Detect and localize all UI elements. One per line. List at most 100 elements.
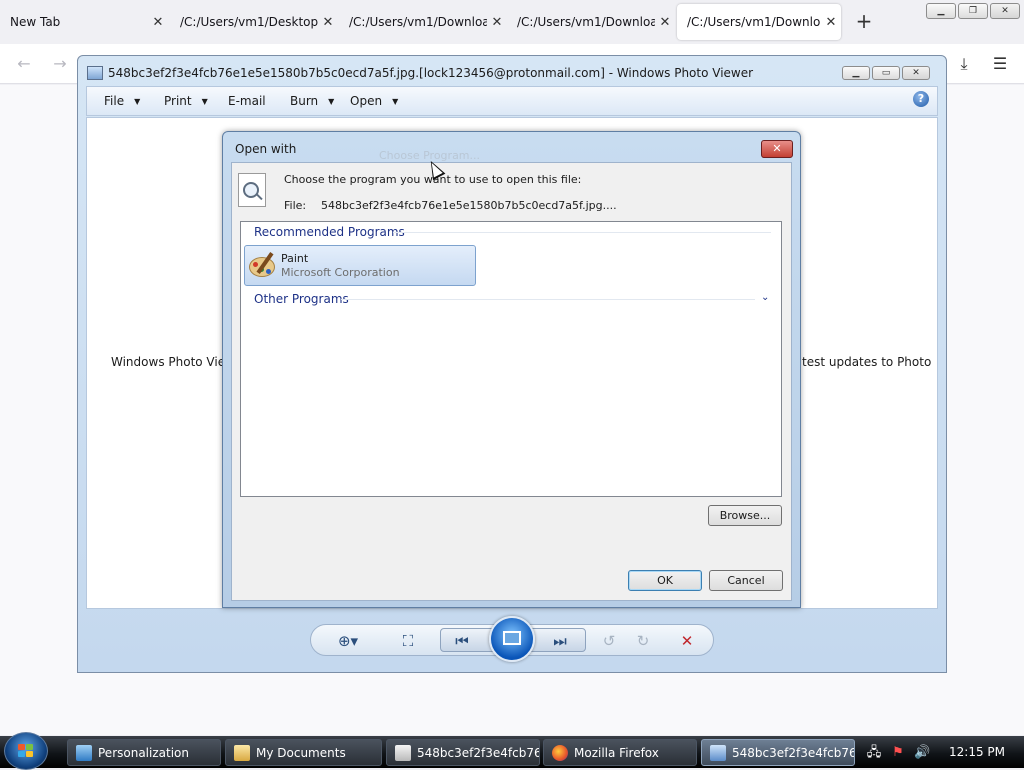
tab-close-icon[interactable]: ✕ <box>487 15 507 30</box>
help-icon[interactable]: ? <box>913 91 929 107</box>
taskbar-item-file-1[interactable]: 548bc3ef2f3e4fcb76... <box>386 739 540 766</box>
tab-close-icon[interactable]: ✕ <box>655 15 675 30</box>
taskbar-item-label: Mozilla Firefox <box>574 745 659 760</box>
email-menu-label: E-mail <box>228 94 266 108</box>
tab-label: /C:/Users/vm1/Downloads <box>687 15 821 29</box>
maximize-icon[interactable]: ▭ <box>872 66 900 80</box>
group-divider <box>341 299 755 300</box>
choose-program-ghost-label: Choose Program... <box>379 149 481 162</box>
monitor-icon <box>76 744 92 761</box>
photo-viewer-title: 548bc3ef2f3e4fcb76e1e5e1580b7b5c0ecd7a5f… <box>108 66 754 80</box>
paint-dot-red <box>253 262 258 267</box>
photo-viewer-menubar: File ▼ Print ▼ E-mail Burn ▼ Open ▼ ? <box>86 86 938 116</box>
new-tab-button[interactable]: + <box>852 10 876 34</box>
photo-viewer-icon <box>710 744 726 761</box>
hamburger-menu-icon[interactable]: ☰ <box>990 54 1010 74</box>
taskbar-item-firefox[interactable]: Mozilla Firefox <box>543 739 697 766</box>
tab-desktop[interactable]: /C:/Users/vm1/Desktop/% ✕ <box>170 4 338 40</box>
minimize-icon[interactable]: ▁ <box>926 3 956 19</box>
tab-downloads-1[interactable]: /C:/Users/vm1/Downloads ✕ <box>339 4 507 40</box>
logo-quadrant-red <box>18 744 25 750</box>
print-menu[interactable]: Print ▼ <box>164 94 208 108</box>
taskbar-item-my-documents[interactable]: My Documents <box>225 739 382 766</box>
chevron-down-icon: ▼ <box>328 97 335 106</box>
chevron-down-icon: ▼ <box>201 97 208 106</box>
windows-logo-icon <box>18 744 34 758</box>
start-button[interactable] <box>4 732 48 770</box>
chevron-down-icon: ▼ <box>134 97 141 106</box>
file-menu[interactable]: File ▼ <box>104 94 140 108</box>
folder-icon <box>234 744 250 761</box>
security-alert-icon[interactable]: ⚑ <box>890 745 906 761</box>
browse-button[interactable]: Browse... <box>708 505 782 526</box>
program-publisher: Microsoft Corporation <box>281 266 400 279</box>
zoom-icon[interactable]: ⊕▾ <box>337 632 359 650</box>
file-menu-label: File <box>104 94 125 108</box>
downloads-icon[interactable]: ⤓ <box>954 54 974 74</box>
taskbar-item-photo-viewer[interactable]: 548bc3ef2f3e4fcb76... <box>701 739 855 766</box>
browser-tab-strip: New Tab ✕ /C:/Users/vm1/Desktop/% ✕ /C:/… <box>0 0 1024 44</box>
minimize-icon[interactable]: ▁ <box>842 66 870 80</box>
tab-label: /C:/Users/vm1/Desktop/% <box>180 15 318 29</box>
firefox-icon <box>552 744 568 761</box>
network-icon[interactable]: 🖧 <box>866 745 882 761</box>
tab-downloads-2[interactable]: /C:/Users/vm1/Downloads ✕ <box>507 4 675 40</box>
tab-new-tab[interactable]: New Tab ✕ <box>0 4 168 40</box>
document-icon <box>395 744 411 761</box>
taskbar-item-label: 548bc3ef2f3e4fcb76... <box>417 745 540 760</box>
email-menu[interactable]: E-mail <box>228 94 266 108</box>
close-window-icon[interactable]: ✕ <box>990 3 1020 19</box>
burn-menu-label: Burn <box>290 94 319 108</box>
slideshow-icon[interactable] <box>489 616 535 662</box>
burn-menu[interactable]: Burn ▼ <box>290 94 334 108</box>
browser-caption-buttons: ▁ ❐ ✕ <box>926 3 1020 19</box>
rotate-right-icon[interactable]: ↻ <box>632 632 654 650</box>
photo-viewer-message-right: test updates to Photo <box>802 355 932 369</box>
taskbar-item-label: 548bc3ef2f3e4fcb76... <box>732 745 855 760</box>
delete-icon[interactable]: ✕ <box>676 632 698 650</box>
photo-viewer-app-icon <box>87 66 103 80</box>
chevron-down-icon: ▼ <box>392 97 399 106</box>
group-divider <box>393 232 771 233</box>
paint-icon <box>249 251 279 281</box>
volume-icon[interactable]: 🔊 <box>914 745 930 761</box>
tab-close-icon[interactable]: ✕ <box>318 15 338 30</box>
taskbar-item-label: Personalization <box>98 745 189 760</box>
other-programs-header[interactable]: Other Programs <box>254 292 349 306</box>
clock[interactable]: 12:15 PM <box>949 745 1005 759</box>
previous-icon[interactable]: ⏮ <box>451 632 473 650</box>
tab-label: New Tab <box>10 15 61 29</box>
taskbar: Personalization My Documents 548bc3ef2f3… <box>0 732 1024 770</box>
logo-quadrant-yellow <box>26 751 33 757</box>
back-icon[interactable]: ← <box>14 54 34 74</box>
photo-viewer-controls: ⊕▾ ⛶ ⏮ ⏭ ↺ ↻ ✕ <box>310 616 714 662</box>
close-window-icon[interactable]: ✕ <box>902 66 930 80</box>
logo-quadrant-green <box>26 744 33 750</box>
ok-button[interactable]: OK <box>628 570 702 591</box>
program-list: Recommended Programs Paint Microsoft Cor… <box>240 221 782 497</box>
recommended-programs-header[interactable]: Recommended Programs <box>254 225 405 239</box>
restore-icon[interactable]: ❐ <box>958 3 988 19</box>
rotate-left-icon[interactable]: ↺ <box>598 632 620 650</box>
actual-size-icon[interactable]: ⛶ <box>397 632 419 650</box>
chevron-down-icon[interactable]: ⌄ <box>761 292 769 303</box>
magnifier-handle <box>256 193 263 201</box>
forward-icon[interactable]: → <box>50 54 70 74</box>
cancel-button[interactable]: Cancel <box>709 570 783 591</box>
slideshow-frame-icon <box>503 631 521 645</box>
file-name: 548bc3ef2f3e4fcb76e1e5e1580b7b5c0ecd7a5f… <box>321 199 617 212</box>
dialog-close-button[interactable]: ✕ <box>761 140 793 158</box>
next-icon[interactable]: ⏭ <box>549 632 571 650</box>
tab-close-icon[interactable]: ✕ <box>148 15 168 30</box>
tab-downloads-active[interactable]: /C:/Users/vm1/Downloads ✕ <box>677 4 841 40</box>
print-menu-label: Print <box>164 94 192 108</box>
paint-dot-blue <box>266 269 271 274</box>
tab-close-icon[interactable]: ✕ <box>821 15 841 30</box>
open-menu[interactable]: Open ▼ <box>350 94 398 108</box>
program-item-paint[interactable]: Paint Microsoft Corporation <box>244 245 476 286</box>
dialog-title: Open with <box>235 142 297 156</box>
open-menu-label: Open <box>350 94 383 108</box>
taskbar-item-personalization[interactable]: Personalization <box>67 739 221 766</box>
logo-quadrant-blue <box>18 751 25 757</box>
tab-label: /C:/Users/vm1/Downloads <box>349 15 487 29</box>
